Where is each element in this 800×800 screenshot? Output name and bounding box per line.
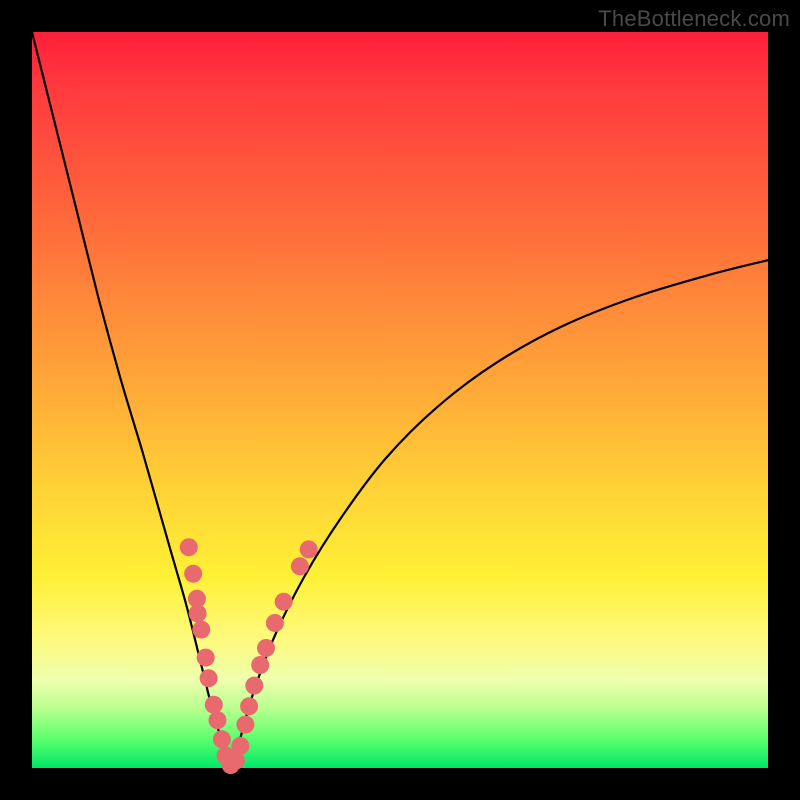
marker-dot bbox=[266, 614, 284, 632]
curve-svg bbox=[32, 32, 768, 768]
watermark-text: TheBottleneck.com bbox=[598, 6, 790, 32]
marker-dot bbox=[231, 737, 249, 755]
marker-dot bbox=[245, 677, 263, 695]
marker-dot bbox=[189, 604, 207, 622]
marker-dot bbox=[257, 639, 275, 657]
marker-dot bbox=[236, 716, 254, 734]
marker-dot bbox=[291, 557, 309, 575]
marker-dot bbox=[213, 730, 231, 748]
marker-dot bbox=[192, 621, 210, 639]
bottleneck-curve bbox=[32, 32, 768, 768]
marker-dot bbox=[209, 711, 227, 729]
plot-area bbox=[32, 32, 768, 768]
marker-dot bbox=[180, 538, 198, 556]
marker-dot bbox=[205, 696, 223, 714]
chart-frame: TheBottleneck.com bbox=[0, 0, 800, 800]
marker-dot bbox=[184, 565, 202, 583]
marker-dot bbox=[275, 593, 293, 611]
marker-dot bbox=[240, 697, 258, 715]
marker-dot bbox=[197, 649, 215, 667]
marker-dot bbox=[300, 540, 318, 558]
marker-dots bbox=[180, 538, 318, 774]
marker-dot bbox=[200, 669, 218, 687]
marker-dot bbox=[251, 656, 269, 674]
